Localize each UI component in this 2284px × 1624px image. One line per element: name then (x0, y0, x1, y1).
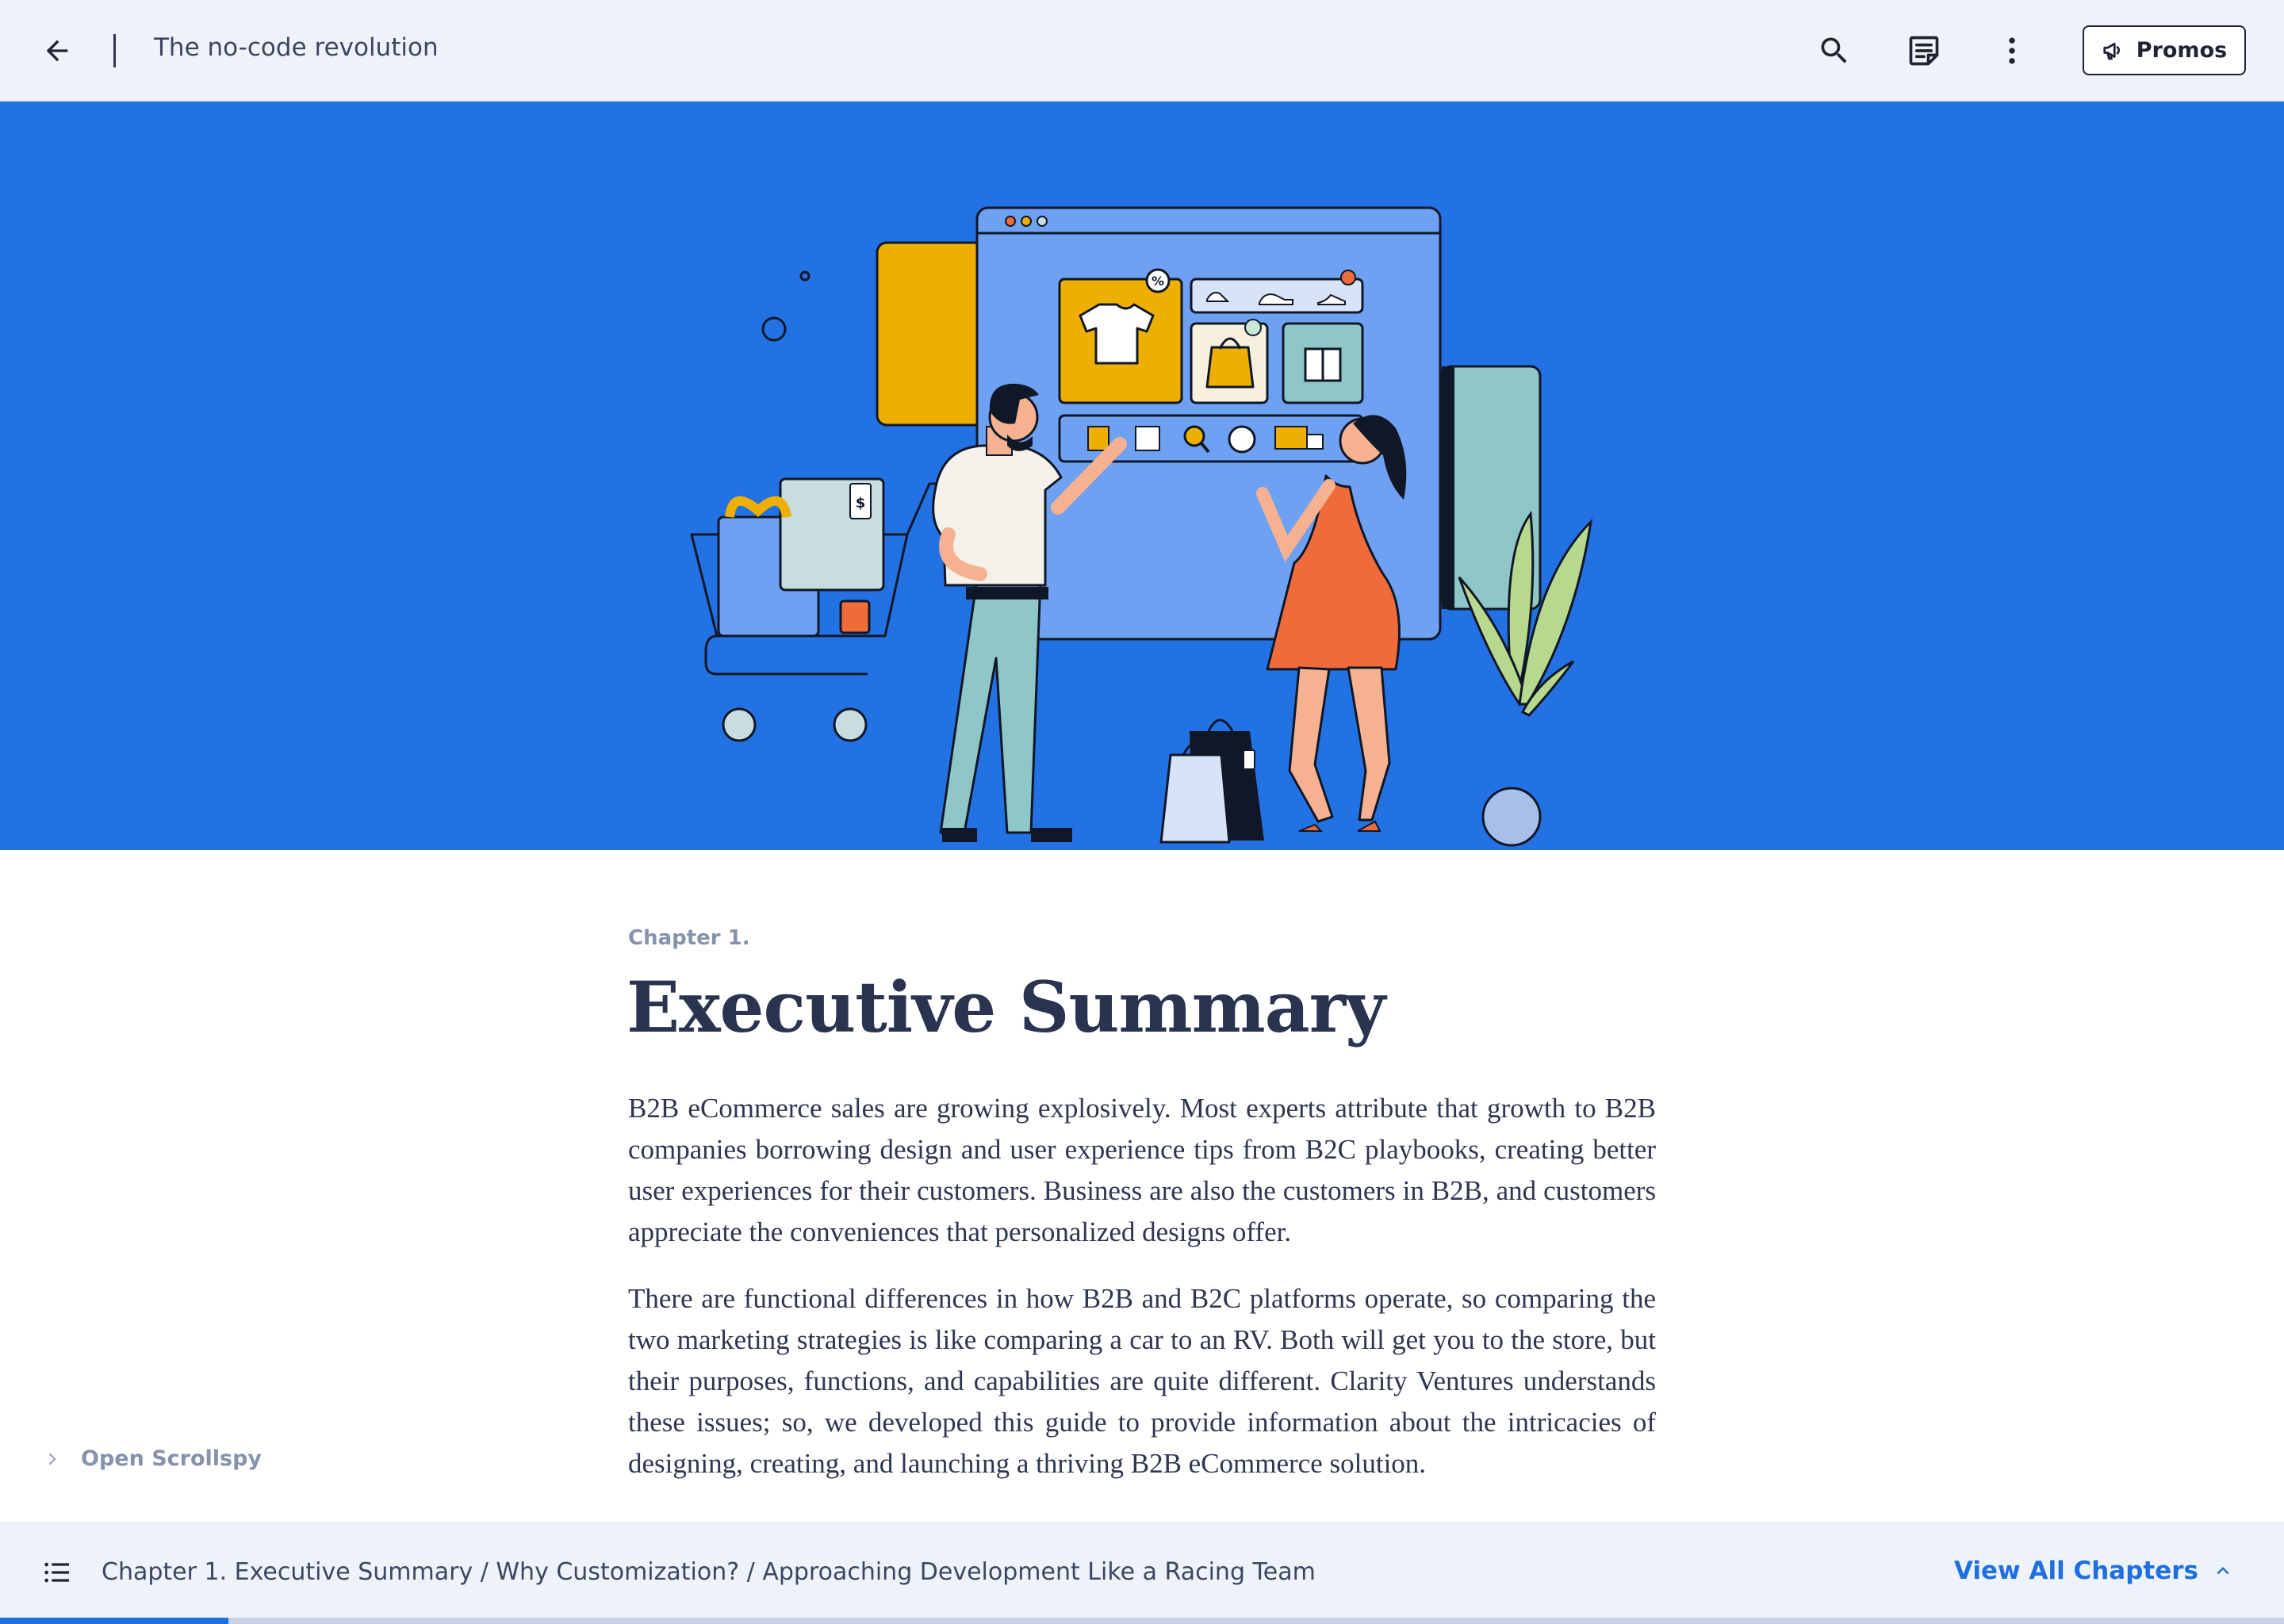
promos-button[interactable]: Promos (2083, 25, 2246, 75)
page-title: Executive Summary (627, 966, 1385, 1048)
top-app-bar: The no-code revolution Promos (0, 0, 2284, 102)
search-button[interactable] (1812, 29, 1857, 73)
arrow-left-icon (46, 40, 68, 62)
document-title: The no-code revolution (154, 33, 439, 62)
online-shopping-illustration: % $ (690, 206, 1593, 847)
paragraph: There are functional differences in how … (628, 1283, 1656, 1479)
notes-icon (1909, 36, 1939, 66)
breadcrumb: Chapter 1. Executive Summary / Why Custo… (102, 1558, 1316, 1586)
megaphone-icon (2103, 42, 2120, 59)
reading-progress-fill (0, 1618, 228, 1624)
open-scrollspy-button[interactable]: Open Scrollspy (43, 1446, 262, 1471)
chevron-up-icon (2217, 1567, 2229, 1575)
divider (113, 34, 116, 67)
list-icon (44, 1562, 69, 1583)
hero-banner: % $ (0, 102, 2284, 850)
paragraph: B2B eCommerce sales are growing explosiv… (628, 1093, 1656, 1247)
page: The no-code revolution Promos % $ Chapte… (0, 0, 2284, 1624)
scrollspy-label: Open Scrollspy (81, 1446, 263, 1471)
notes-button[interactable] (1902, 29, 1946, 73)
view-all-label: View All Chapters (1953, 1557, 2198, 1585)
back-button[interactable] (35, 29, 79, 73)
search-icon (1821, 37, 1847, 63)
more-options-button[interactable] (1990, 29, 2034, 73)
chapter-navigation-bar: Chapter 1. Executive Summary / Why Custo… (0, 1522, 2284, 1624)
svg-text:$: $ (856, 495, 866, 511)
svg-text:%: % (1152, 274, 1164, 289)
reading-progress-bar (0, 1618, 2284, 1624)
more-vert-icon (2009, 37, 2015, 64)
chapter-label: Chapter 1. (628, 926, 750, 950)
chevron-right-icon (48, 1453, 56, 1465)
table-of-contents-button[interactable] (35, 1550, 79, 1595)
view-all-chapters-button[interactable]: View All Chapters (1954, 1557, 2235, 1585)
promos-label: Promos (2136, 38, 2228, 63)
article-body: B2B eCommerce sales are growing explosiv… (628, 1088, 1656, 1510)
